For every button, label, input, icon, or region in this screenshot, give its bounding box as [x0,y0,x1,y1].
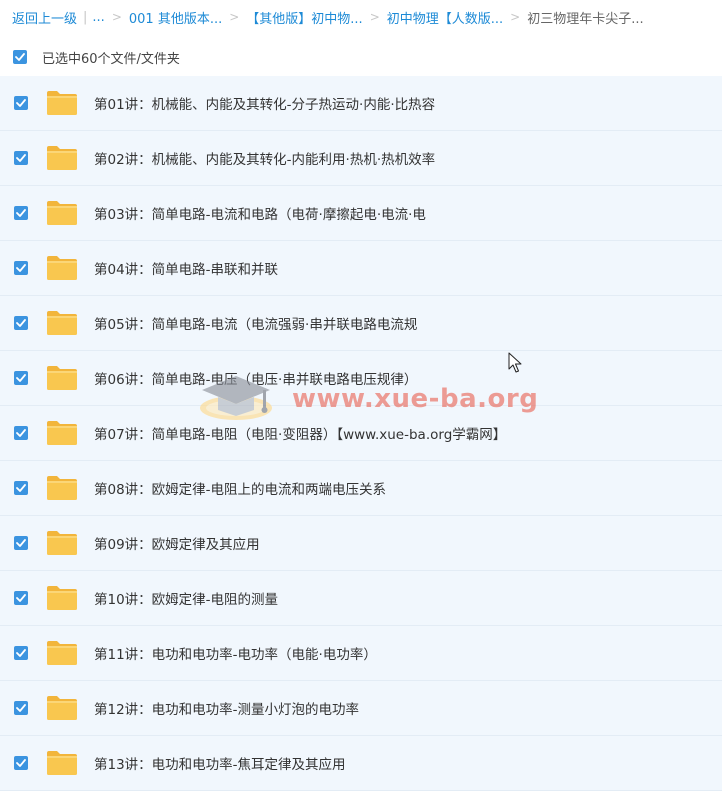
select-all-bar: 已选中60个文件/文件夹 [0,40,722,74]
checkmark-icon [16,264,26,272]
folder-icon [47,366,77,390]
back-link[interactable]: 返回上一级 [12,8,77,27]
folder-name: 第08讲：欧姆定律-电阻上的电流和两端电压关系 [94,482,387,498]
folder-name: 第04讲：简单电路-串联和并联 [94,262,279,278]
list-item[interactable]: 第11讲：电功和电功率-电功率（电能·电功率） [0,626,722,681]
checkmark-icon [16,704,26,712]
folder-name: 第12讲：电功和电功率-测量小灯泡的电功率 [94,702,360,718]
folder-name: 第01讲：机械能、内能及其转化-分子热运动·内能·比热容 [94,97,436,113]
row-checkbox[interactable] [14,591,28,605]
selection-count-label: 已选中60个文件/文件夹 [42,51,180,67]
folder-name: 第13讲：电功和电功率-焦耳定律及其应用 [94,757,346,773]
list-item[interactable]: 第03讲：简单电路-电流和电路（电荷·摩擦起电·电流·电 [0,186,722,241]
checkmark-icon [16,649,26,657]
checkmark-icon [16,429,26,437]
file-list: 第01讲：机械能、内能及其转化-分子热运动·内能·比热容 第02讲：机械能、内能及… [0,76,722,791]
folder-icon [47,751,77,775]
select-all-checkbox[interactable] [13,50,27,64]
breadcrumb-current: 初三物理年卡尖子... [527,11,644,27]
breadcrumb-item-2[interactable]: 【其他版】初中物... [246,8,362,27]
checkmark-icon [16,319,26,327]
folder-icon [47,476,77,500]
folder-name: 第07讲：简单电路-电阻（电阻·变阻器）【www.xue-ba.org学霸网】 [94,427,507,443]
list-item[interactable]: 第07讲：简单电路-电阻（电阻·变阻器）【www.xue-ba.org学霸网】 [0,406,722,461]
folder-icon [47,201,77,225]
folder-icon [47,586,77,610]
list-item[interactable]: 第09讲：欧姆定律及其应用 [0,516,722,571]
breadcrumb-item-3[interactable]: 初中物理【人数版... [387,8,503,27]
row-checkbox[interactable] [14,536,28,550]
row-checkbox[interactable] [14,426,28,440]
folder-icon [47,421,77,445]
list-item[interactable]: 第12讲：电功和电功率-测量小灯泡的电功率 [0,681,722,736]
breadcrumb-ellipsis[interactable]: ... [92,10,104,25]
folder-name: 第11讲：电功和电功率-电功率（电能·电功率） [94,647,377,663]
row-checkbox[interactable] [14,316,28,330]
row-checkbox[interactable] [14,96,28,110]
row-checkbox[interactable] [14,371,28,385]
list-item[interactable]: 第01讲：机械能、内能及其转化-分子热运动·内能·比热容 [0,76,722,131]
chevron-right-icon: > [111,10,122,24]
folder-icon [47,531,77,555]
folder-icon [47,256,77,280]
folder-icon [47,641,77,665]
checkmark-icon [16,484,26,492]
chevron-right-icon: > [369,10,380,24]
folder-name: 第10讲：欧姆定律-电阻的测量 [94,592,279,608]
row-checkbox[interactable] [14,701,28,715]
row-checkbox[interactable] [14,206,28,220]
checkmark-icon [16,759,26,767]
folder-name: 第09讲：欧姆定律及其应用 [94,537,260,553]
list-item[interactable]: 第06讲：简单电路-电压（电压·串并联电路电压规律） [0,351,722,406]
checkmark-icon [15,53,25,61]
breadcrumb-divider: | [83,9,88,25]
file-browser: 返回上一级 | ... > 001 其他版本... > 【其他版】初中物... … [0,0,722,801]
list-item[interactable]: 第05讲：简单电路-电流（电流强弱·串并联电路电流规 [0,296,722,351]
list-item[interactable]: 第02讲：机械能、内能及其转化-内能利用·热机·热机效率 [0,131,722,186]
folder-icon [47,696,77,720]
list-item[interactable]: 第08讲：欧姆定律-电阻上的电流和两端电压关系 [0,461,722,516]
folder-name: 第06讲：简单电路-电压（电压·串并联电路电压规律） [94,372,418,388]
row-checkbox[interactable] [14,261,28,275]
breadcrumb: 返回上一级 | ... > 001 其他版本... > 【其他版】初中物... … [0,0,722,34]
folder-icon [47,311,77,335]
folder-name: 第02讲：机械能、内能及其转化-内能利用·热机·热机效率 [94,152,436,168]
list-item[interactable]: 第13讲：电功和电功率-焦耳定律及其应用 [0,736,722,791]
checkmark-icon [16,154,26,162]
chevron-right-icon: > [510,10,521,24]
checkmark-icon [16,99,26,107]
chevron-right-icon: > [229,10,240,24]
folder-name: 第05讲：简单电路-电流（电流强弱·串并联电路电流规 [94,317,418,333]
checkmark-icon [16,374,26,382]
row-checkbox[interactable] [14,646,28,660]
folder-icon [47,146,77,170]
row-checkbox[interactable] [14,481,28,495]
folder-name: 第03讲：简单电路-电流和电路（电荷·摩擦起电·电流·电 [94,207,426,223]
mouse-pointer-icon [508,352,522,373]
list-item[interactable]: 第10讲：欧姆定律-电阻的测量 [0,571,722,626]
checkmark-icon [16,539,26,547]
list-item[interactable]: 第04讲：简单电路-串联和并联 [0,241,722,296]
row-checkbox[interactable] [14,756,28,770]
folder-icon [47,91,77,115]
row-checkbox[interactable] [14,151,28,165]
checkmark-icon [16,209,26,217]
checkmark-icon [16,594,26,602]
breadcrumb-item-1[interactable]: 001 其他版本... [129,8,222,27]
